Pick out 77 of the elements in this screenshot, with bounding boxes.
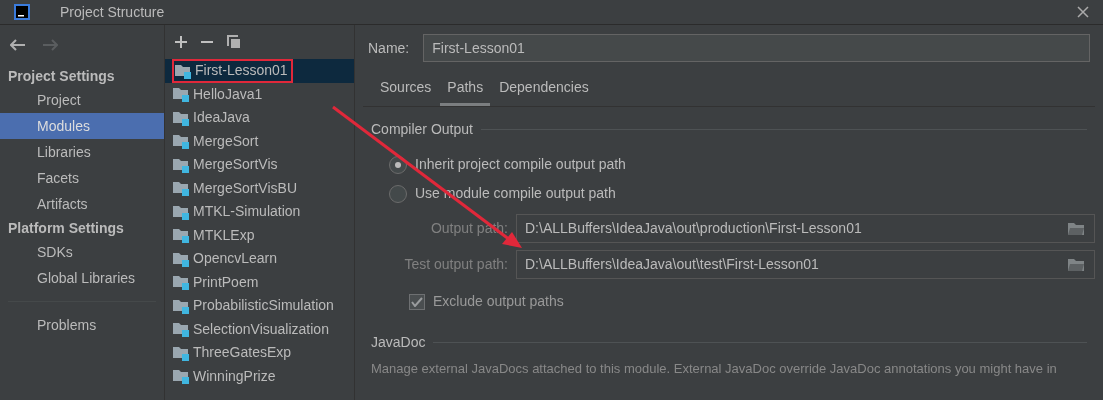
module-name: WinningPrize <box>193 366 276 386</box>
module-folder-icon <box>172 109 190 126</box>
module-name: SelectionVisualization <box>193 319 329 339</box>
module-item[interactable]: First-Lesson01 <box>165 59 354 83</box>
module-item[interactable]: PrintPoem <box>165 270 354 294</box>
module-folder-icon <box>172 297 190 314</box>
module-name: MTKLExp <box>193 225 255 245</box>
close-icon <box>1077 6 1089 18</box>
module-folder-icon <box>172 368 190 385</box>
folder-icon <box>1068 222 1084 235</box>
sidebar-item[interactable]: Problems <box>0 312 164 338</box>
module-item[interactable]: OpencvLearn <box>165 247 354 271</box>
sidebar-section-title: Platform Settings <box>7 219 125 238</box>
sidebar-item[interactable]: SDKs <box>0 239 164 265</box>
name-label: Name: <box>368 38 410 58</box>
copy-icon <box>227 35 241 49</box>
module-item[interactable]: MergeSortVisBU <box>165 176 354 200</box>
radio-button[interactable] <box>389 184 407 203</box>
sidebar-item[interactable]: Project <box>0 87 164 113</box>
module-item[interactable]: ProbabilisticSimulation <box>165 294 354 318</box>
module-name: MergeSortVisBU <box>193 178 297 198</box>
module-item[interactable]: HelloJava1 <box>165 82 354 106</box>
module-item[interactable]: WinningPrize <box>165 364 354 388</box>
checkbox-label: Exclude output paths <box>433 292 564 311</box>
module-name: ProbabilisticSimulation <box>193 296 334 316</box>
close-button[interactable] <box>1077 6 1089 18</box>
module-item[interactable]: MergeSortVis <box>165 153 354 177</box>
module-folder-icon <box>172 156 190 173</box>
radio-label: Inherit project compile output path <box>415 155 626 174</box>
module-folder-icon <box>172 227 190 244</box>
tab[interactable]: Sources <box>373 72 439 106</box>
sidebar-item[interactable]: Libraries <box>0 139 164 165</box>
module-folder-icon <box>172 250 190 267</box>
section-title: JavaDoc <box>371 333 426 352</box>
module-name: HelloJava1 <box>193 84 263 104</box>
back-arrow-icon <box>10 39 26 51</box>
back-button[interactable] <box>10 39 26 51</box>
tab[interactable]: Paths <box>440 72 491 106</box>
module-folder-icon <box>174 62 192 79</box>
module-name: ThreeGatesExp <box>193 343 292 363</box>
module-name: PrintPoem <box>193 272 259 292</box>
app-logo-icon <box>14 4 30 20</box>
folder-icon <box>1068 258 1084 271</box>
module-item[interactable]: MergeSort <box>165 129 354 153</box>
copy-button[interactable] <box>227 35 241 49</box>
module-item[interactable]: ThreeGatesExp <box>165 341 354 365</box>
module-name: MergeSortVis <box>193 155 278 175</box>
module-folder-icon <box>172 203 190 220</box>
tab[interactable]: Dependencies <box>492 72 596 106</box>
add-button[interactable] <box>175 36 187 48</box>
module-name: MTKL-Simulation <box>193 202 301 222</box>
module-folder-icon <box>172 180 190 197</box>
module-item[interactable]: IdeaJava <box>165 106 354 130</box>
module-name: IdeaJava <box>193 108 250 128</box>
module-name: OpencvLearn <box>193 249 278 269</box>
module-name: First-Lesson01 <box>195 61 288 81</box>
sidebar-item[interactable]: Modules <box>0 113 164 139</box>
module-item[interactable]: MTKLExp <box>165 223 354 247</box>
sidebar-section-title: Project Settings <box>7 67 116 86</box>
section-title: Compiler Output <box>371 120 473 139</box>
window-title: Project Structure <box>60 2 165 22</box>
path-label: Test output path: <box>403 255 509 274</box>
sidebar-item[interactable]: Facets <box>0 165 164 191</box>
module-folder-icon <box>172 321 190 338</box>
plus-icon <box>175 36 187 48</box>
module-item[interactable]: MTKL-Simulation <box>165 200 354 224</box>
sidebar-item[interactable]: Artifacts <box>0 191 164 217</box>
module-folder-icon <box>172 86 190 103</box>
module-item[interactable]: SelectionVisualization <box>165 317 354 341</box>
forward-arrow-icon <box>42 39 58 51</box>
sidebar-item[interactable]: Global Libraries <box>0 265 164 291</box>
module-folder-icon <box>172 344 190 361</box>
name-field[interactable]: First-Lesson01 <box>423 34 1090 62</box>
javadoc-description: Manage external JavaDocs attached to this module. External JavaDoc override JavaDoc annotations you might have in <box>370 360 1058 378</box>
module-name: MergeSort <box>193 131 259 151</box>
module-folder-icon <box>172 274 190 291</box>
module-folder-icon <box>172 133 190 150</box>
